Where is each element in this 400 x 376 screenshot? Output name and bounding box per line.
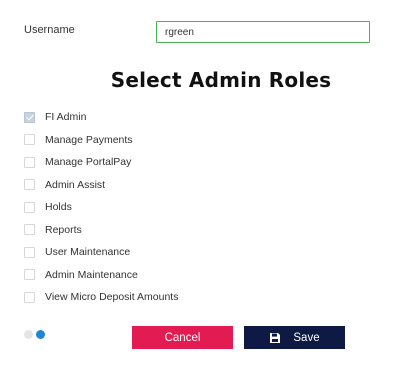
cancel-button-label: Cancel xyxy=(164,331,201,344)
role-checkbox[interactable] xyxy=(24,134,35,146)
role-checkbox[interactable] xyxy=(24,111,35,123)
role-manage-portalpay[interactable]: Manage PortalPay xyxy=(24,151,274,174)
role-label: User Maintenance xyxy=(45,246,131,259)
page-title: Select Admin Roles xyxy=(110,68,332,92)
pager-dot-2[interactable] xyxy=(36,330,45,339)
role-reports[interactable]: Reports xyxy=(24,219,274,242)
role-label: FI Admin xyxy=(45,111,87,124)
cancel-button[interactable]: Cancel xyxy=(132,326,233,349)
save-button[interactable]: Save xyxy=(244,326,345,349)
role-checkbox[interactable] xyxy=(24,246,35,258)
floppy-disk-icon xyxy=(270,332,281,343)
role-label: Reports xyxy=(45,223,82,236)
username-input[interactable] xyxy=(156,21,370,43)
role-admin-maintenance[interactable]: Admin Maintenance xyxy=(24,264,274,287)
role-checkbox[interactable] xyxy=(24,269,35,281)
pager-dots xyxy=(24,330,45,339)
role-user-maintenance[interactable]: User Maintenance xyxy=(24,241,274,264)
role-holds[interactable]: Holds xyxy=(24,196,274,219)
role-checkbox[interactable] xyxy=(24,224,35,236)
role-manage-payments[interactable]: Manage Payments xyxy=(24,129,274,152)
save-button-label: Save xyxy=(293,331,320,344)
role-label: Admin Maintenance xyxy=(45,268,138,281)
role-checkbox[interactable] xyxy=(24,291,35,303)
role-label: Admin Assist xyxy=(45,178,106,191)
role-label: Manage PortalPay xyxy=(45,156,132,169)
role-label: View Micro Deposit Amounts xyxy=(45,291,179,304)
roles-list: FI Admin Manage Payments Manage PortalPa… xyxy=(24,106,274,309)
role-label: Holds xyxy=(45,201,72,214)
username-label: Username xyxy=(24,24,75,36)
role-view-micro-deposit-amounts[interactable]: View Micro Deposit Amounts xyxy=(24,286,274,309)
role-checkbox[interactable] xyxy=(24,156,35,168)
role-admin-assist[interactable]: Admin Assist xyxy=(24,174,274,197)
role-fi-admin[interactable]: FI Admin xyxy=(24,106,274,129)
role-checkbox[interactable] xyxy=(24,179,35,191)
pager-dot-1[interactable] xyxy=(24,330,33,339)
role-checkbox[interactable] xyxy=(24,201,35,213)
role-label: Manage Payments xyxy=(45,133,133,146)
